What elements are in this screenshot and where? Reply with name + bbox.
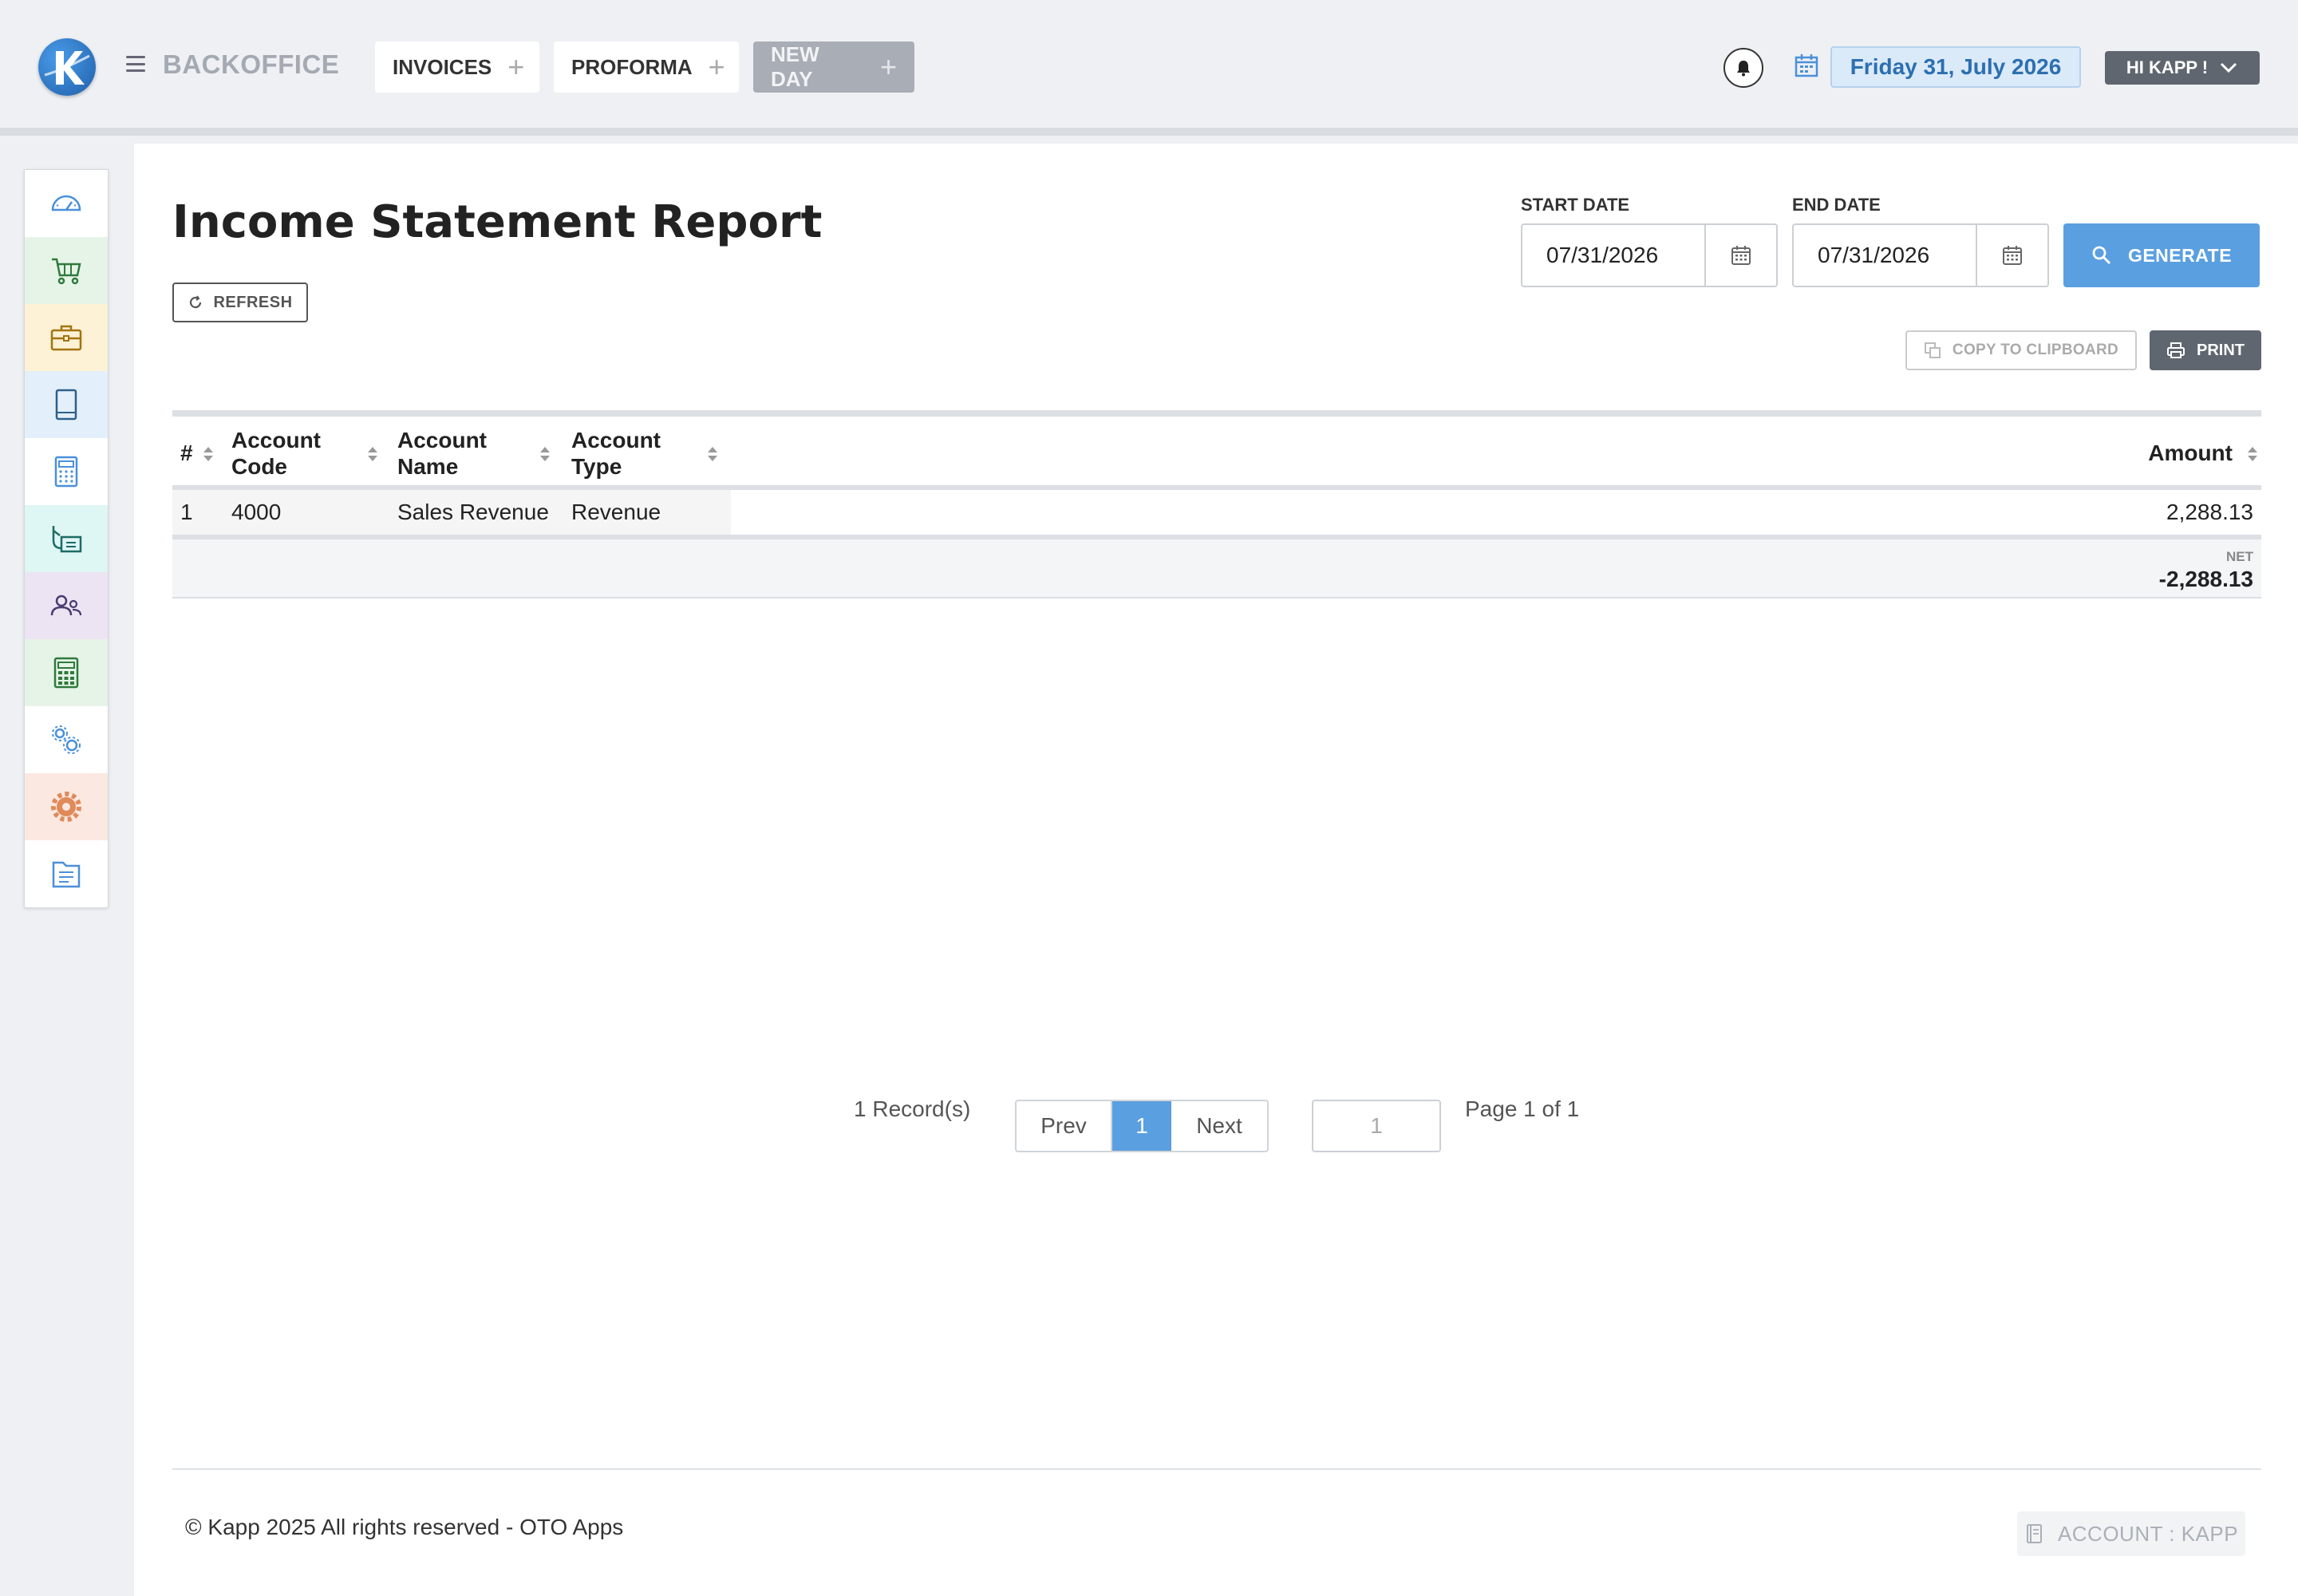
- start-date-calendar-icon[interactable]: [1704, 225, 1776, 286]
- refresh-button[interactable]: REFRESH: [172, 282, 308, 322]
- sort-icon[interactable]: [367, 445, 378, 463]
- sort-icon[interactable]: [2247, 445, 2258, 463]
- start-date-label: START DATE: [1521, 195, 1630, 215]
- dashboard-icon: [51, 195, 81, 211]
- sidebar-item-purchases[interactable]: [25, 304, 108, 371]
- account-book-icon: [2026, 1524, 2042, 1543]
- account-badge[interactable]: ACCOUNT : KAPP: [2017, 1511, 2245, 1556]
- sidebar-item-dashboard[interactable]: [25, 170, 108, 237]
- copyright-text: © Kapp 2025 All rights reserved - OTO Ap…: [185, 1515, 624, 1539]
- pagination: Prev 1 Next: [1015, 1100, 1269, 1152]
- end-date-value[interactable]: 07/31/2026: [1794, 225, 1976, 286]
- calculator-icon: [54, 456, 78, 488]
- users-icon: [50, 595, 82, 616]
- plus-icon[interactable]: +: [880, 53, 897, 81]
- chevron-down-icon: [2221, 62, 2237, 73]
- sort-icon[interactable]: [203, 445, 214, 463]
- sidebar-item-journal[interactable]: [25, 371, 108, 438]
- tab-invoices-label: INVOICES: [393, 54, 492, 79]
- column-header-amount[interactable]: Amount: [2148, 417, 2233, 490]
- table-footer-net: NET -2,288.13: [172, 535, 2261, 598]
- column-header-account-type[interactable]: Account Type: [571, 417, 683, 490]
- settings-icon: [51, 792, 81, 822]
- brand-title: BACKOFFICE: [163, 49, 340, 79]
- sidebar-item-users[interactable]: [25, 572, 108, 639]
- next-page-button[interactable]: Next: [1171, 1101, 1267, 1151]
- column-header-account-code[interactable]: Account Code: [231, 417, 343, 490]
- briefcase-icon: [50, 325, 82, 351]
- page-title: Income Statement Report: [172, 196, 823, 248]
- current-date-chip[interactable]: Friday 31, July 2026: [1830, 46, 2081, 88]
- cell-account-name: Sales Revenue: [397, 500, 549, 524]
- plus-icon[interactable]: +: [709, 53, 725, 81]
- goto-page-input[interactable]: 1: [1312, 1100, 1441, 1152]
- copy-icon: [1924, 342, 1941, 358]
- notification-bell-icon[interactable]: [1724, 48, 1763, 88]
- tab-new-day[interactable]: NEW DAY +: [753, 41, 914, 93]
- copy-to-clipboard-button[interactable]: COPY TO CLIPBOARD: [1905, 330, 2137, 370]
- book-icon: [55, 389, 77, 421]
- generate-label: GENERATE: [2127, 244, 2233, 266]
- ledger-calculator-icon: [53, 657, 79, 689]
- end-date-calendar-icon[interactable]: [1976, 225, 2047, 286]
- sidebar-item-accounting[interactable]: [25, 438, 108, 505]
- end-date-label: END DATE: [1792, 195, 1881, 215]
- end-date-field[interactable]: 07/31/2026: [1792, 223, 2049, 287]
- start-date-field[interactable]: 07/31/2026: [1521, 223, 1778, 287]
- hamburger-menu-icon[interactable]: [126, 56, 145, 72]
- footer-divider: [172, 1468, 2261, 1470]
- refresh-label: REFRESH: [213, 293, 293, 311]
- table-header: # Account Code Account Name Account Type…: [172, 417, 2261, 490]
- sidebar-item-sales[interactable]: [25, 237, 108, 304]
- sidebar-item-cheques[interactable]: [25, 505, 108, 572]
- printer-icon: [2167, 342, 2185, 358]
- sort-icon[interactable]: [539, 445, 551, 463]
- page-of-label: Page 1 of 1: [1465, 1096, 1580, 1121]
- cell-index: 1: [180, 500, 193, 524]
- net-value: -2,288.13: [2158, 567, 2253, 591]
- net-label: NET: [2226, 549, 2253, 564]
- column-header-account-name[interactable]: Account Name: [397, 417, 517, 490]
- start-date-value[interactable]: 07/31/2026: [1522, 225, 1704, 286]
- cell-account-type: Revenue: [571, 500, 661, 524]
- kapp-logo[interactable]: [38, 38, 96, 96]
- prev-page-button[interactable]: Prev: [1017, 1101, 1112, 1151]
- sidebar-nav: [24, 169, 109, 908]
- folder-doc-icon: [52, 861, 81, 888]
- tab-proforma[interactable]: PROFORMA +: [554, 41, 739, 93]
- copy-label: COPY TO CLIPBOARD: [1952, 342, 2119, 358]
- record-count: 1 Record(s): [854, 1096, 971, 1121]
- income-statement-table: # Account Code Account Name Account Type…: [172, 410, 2261, 598]
- cheque-icon: [52, 526, 82, 553]
- refresh-icon: [190, 295, 202, 309]
- sidebar-item-settings[interactable]: [25, 773, 108, 840]
- generate-button[interactable]: GENERATE: [2063, 223, 2260, 287]
- plus-icon[interactable]: +: [507, 53, 524, 81]
- print-label: PRINT: [2197, 341, 2245, 359]
- main-panel: Income Statement Report REFRESH START DA…: [134, 144, 2298, 1596]
- sort-icon[interactable]: [707, 445, 718, 463]
- print-button[interactable]: PRINT: [2150, 330, 2261, 370]
- page-number-button[interactable]: 1: [1112, 1101, 1171, 1151]
- table-row[interactable]: 1 4000 Sales Revenue Revenue 2,288.13: [172, 490, 2261, 535]
- sidebar-item-ledger[interactable]: [25, 639, 108, 706]
- account-label: ACCOUNT : KAPP: [2057, 1521, 2239, 1546]
- calendar-icon: [1795, 54, 1818, 77]
- column-header-index[interactable]: #: [180, 417, 193, 490]
- tab-proforma-label: PROFORMA: [571, 54, 693, 79]
- top-header: BACKOFFICE INVOICES + PROFORMA + NEW DAY…: [0, 0, 2298, 136]
- cart-icon: [52, 258, 81, 285]
- sidebar-item-reports[interactable]: [25, 840, 108, 907]
- gears-icon: [52, 725, 81, 754]
- user-greeting: HI KAPP !: [2126, 57, 2209, 77]
- user-menu-button[interactable]: HI KAPP !: [2105, 51, 2260, 85]
- tab-new-day-label: NEW DAY: [771, 42, 819, 91]
- sidebar-item-configuration[interactable]: [25, 706, 108, 773]
- cell-account-code: 4000: [231, 500, 282, 524]
- cell-amount: 2,288.13: [2166, 500, 2253, 524]
- search-icon: [2092, 246, 2111, 265]
- tab-invoices[interactable]: INVOICES +: [375, 41, 539, 93]
